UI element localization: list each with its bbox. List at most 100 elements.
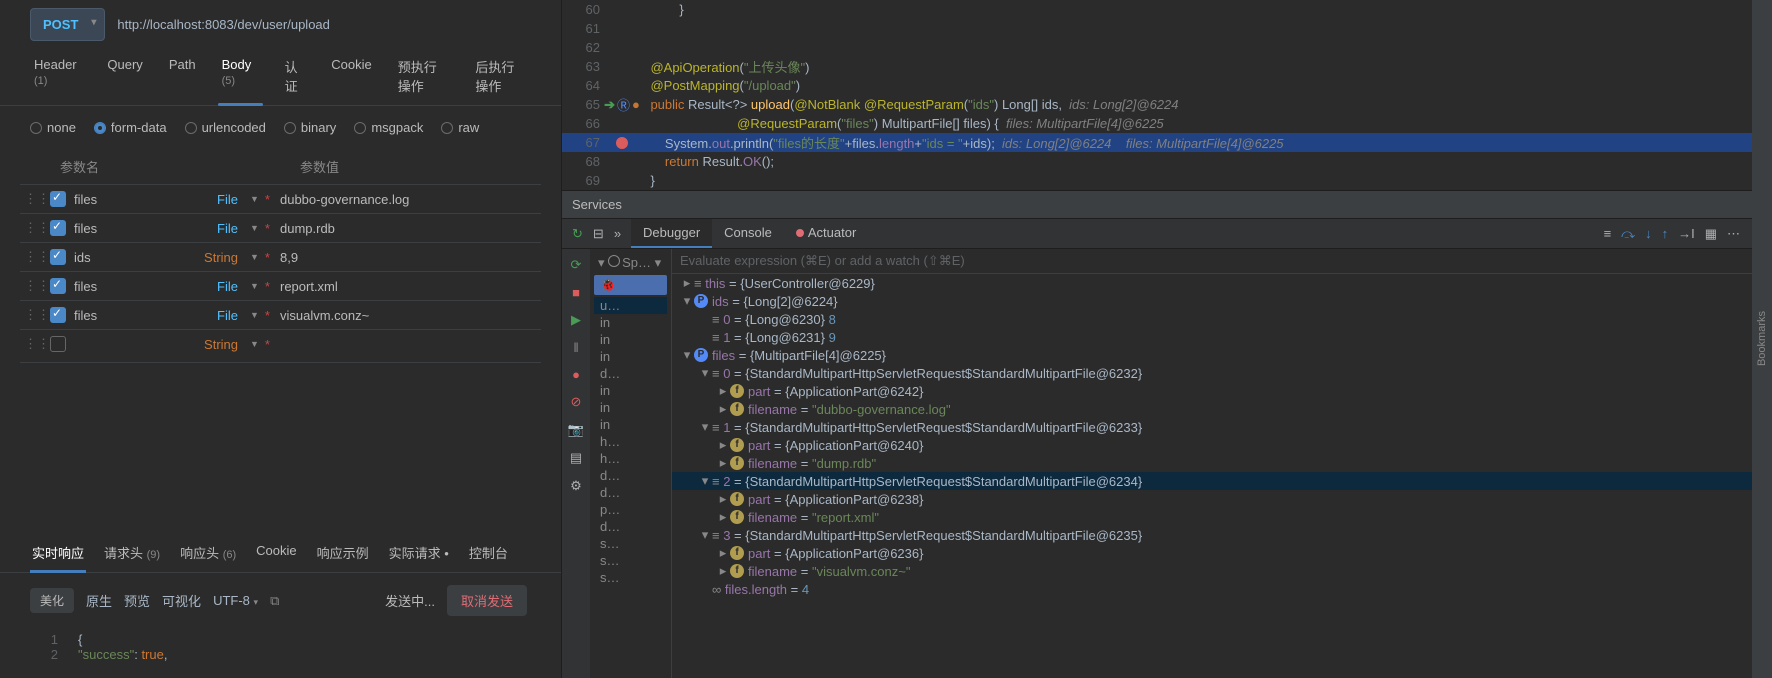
- beautify-button[interactable]: 美化: [30, 588, 74, 613]
- var-node[interactable]: ≡ 1 = {Long@6231} 9: [672, 328, 1752, 346]
- code-line[interactable]: 62: [562, 38, 1752, 57]
- param-row[interactable]: ⋮⋮filesFile▼*visualvm.conz~: [20, 300, 541, 329]
- req-tab-预执行操作[interactable]: 预执行操作: [394, 47, 454, 105]
- eval-icon[interactable]: ▦: [1705, 226, 1717, 242]
- resp-tab[interactable]: 实际请求 •: [387, 533, 451, 572]
- param-type[interactable]: File: [184, 221, 244, 236]
- param-type[interactable]: File: [184, 279, 244, 294]
- param-type[interactable]: File: [184, 308, 244, 323]
- stack-frame[interactable]: p…: [594, 501, 667, 518]
- frame-selected[interactable]: u…: [594, 297, 667, 314]
- var-node[interactable]: ▸ffilename = "dubbo-governance.log": [672, 400, 1752, 418]
- resp-tab[interactable]: 实时响应: [30, 533, 86, 572]
- drag-handle-icon[interactable]: ⋮⋮: [24, 220, 42, 236]
- stack-frame[interactable]: in: [594, 314, 667, 331]
- param-name[interactable]: files: [74, 279, 184, 294]
- chevron-down-icon[interactable]: ▼: [244, 339, 265, 349]
- stack-frame[interactable]: h…: [594, 433, 667, 450]
- stack-frame[interactable]: s…: [594, 552, 667, 569]
- var-node[interactable]: ▾Pids = {Long[2]@6224}: [672, 292, 1752, 310]
- param-checkbox[interactable]: [50, 336, 66, 352]
- services-panel-title[interactable]: Services: [562, 190, 1752, 219]
- url-input[interactable]: [113, 13, 551, 36]
- show-exec-icon[interactable]: ≡: [1604, 226, 1612, 242]
- req-tab-query[interactable]: Query: [103, 47, 146, 105]
- resp-tab[interactable]: Cookie: [254, 533, 298, 572]
- preview-button[interactable]: 预览: [124, 591, 150, 610]
- param-row[interactable]: ⋮⋮filesFile▼*dubbo-governance.log: [20, 184, 541, 213]
- resume-icon[interactable]: ▶: [571, 312, 581, 328]
- chevron-down-icon[interactable]: ▼: [244, 252, 265, 262]
- dbg-tab-console[interactable]: Console: [712, 219, 784, 248]
- step-into-icon[interactable]: ↓: [1645, 226, 1652, 242]
- var-node[interactable]: ∞ files.length = 4: [672, 580, 1752, 598]
- param-checkbox[interactable]: [50, 249, 66, 265]
- var-node[interactable]: ▸fpart = {ApplicationPart@6238}: [672, 490, 1752, 508]
- code-line[interactable]: 61: [562, 19, 1752, 38]
- resp-tab[interactable]: 请求头 (9): [102, 533, 162, 572]
- code-line[interactable]: 64 @PostMapping("/upload"): [562, 76, 1752, 95]
- spring-node[interactable]: Sp…: [622, 255, 651, 270]
- var-node[interactable]: ▸ffilename = "report.xml": [672, 508, 1752, 526]
- layout-icon[interactable]: ⊟: [593, 226, 604, 242]
- stop-icon[interactable]: ■: [572, 285, 580, 300]
- code-line[interactable]: 69 }: [562, 171, 1752, 190]
- param-value[interactable]: dubbo-governance.log: [280, 192, 537, 207]
- method-select[interactable]: POST: [30, 8, 105, 41]
- param-checkbox[interactable]: [50, 307, 66, 323]
- req-tab-cookie[interactable]: Cookie: [327, 47, 375, 105]
- drag-handle-icon[interactable]: ⋮⋮: [24, 278, 42, 294]
- mute-bp-icon[interactable]: ⊘: [571, 394, 582, 410]
- chevron-down-icon[interactable]: ▼: [244, 310, 265, 320]
- breakpoint-icon[interactable]: [616, 137, 628, 149]
- code-line[interactable]: 60 }: [562, 0, 1752, 19]
- resp-tab[interactable]: 控制台: [467, 533, 510, 572]
- var-node[interactable]: ▸ffilename = "dump.rdb": [672, 454, 1752, 472]
- param-name[interactable]: ids: [74, 250, 184, 265]
- var-node[interactable]: ▾≡ 3 = {StandardMultipartHttpServletRequ…: [672, 526, 1752, 544]
- var-node[interactable]: ▾Pfiles = {MultipartFile[4]@6225}: [672, 346, 1752, 364]
- run-to-cursor-icon[interactable]: →I: [1678, 226, 1695, 242]
- pause-icon[interactable]: ‖: [573, 340, 578, 355]
- stack-frame[interactable]: in: [594, 416, 667, 433]
- var-node[interactable]: ▾≡ 0 = {StandardMultipartHttpServletRequ…: [672, 364, 1752, 382]
- visualize-button[interactable]: 可视化: [162, 591, 201, 610]
- stack-frame[interactable]: d…: [594, 484, 667, 501]
- code-line[interactable]: 63 @ApiOperation("上传头像"): [562, 57, 1752, 76]
- param-checkbox[interactable]: [50, 191, 66, 207]
- stack-frame[interactable]: in: [594, 399, 667, 416]
- param-type[interactable]: String: [184, 337, 244, 352]
- req-tab-body[interactable]: Body (5): [218, 47, 263, 105]
- param-value[interactable]: 8,9: [280, 250, 537, 265]
- stack-frame[interactable]: in: [594, 382, 667, 399]
- param-name[interactable]: files: [74, 308, 184, 323]
- chevron-down-icon[interactable]: ▼: [244, 194, 265, 204]
- thread-icon[interactable]: ▤: [570, 450, 582, 466]
- dbg-tab-debugger[interactable]: Debugger: [631, 219, 712, 248]
- body-type-form-data[interactable]: form-data: [94, 120, 167, 135]
- req-tab-认证[interactable]: 认证: [281, 47, 310, 105]
- req-tab-后执行操作[interactable]: 后执行操作: [471, 47, 531, 105]
- copy-icon[interactable]: ⧉: [270, 593, 279, 609]
- breakpoints-icon[interactable]: ●: [572, 367, 580, 382]
- param-type[interactable]: File: [184, 192, 244, 207]
- param-row[interactable]: ⋮⋮String▼*: [20, 329, 541, 358]
- var-node[interactable]: ▸fpart = {ApplicationPart@6242}: [672, 382, 1752, 400]
- cancel-send-button[interactable]: 取消发送: [447, 585, 527, 616]
- body-type-none[interactable]: none: [30, 120, 76, 135]
- stack-frame[interactable]: h…: [594, 450, 667, 467]
- raw-button[interactable]: 原生: [86, 591, 112, 610]
- encoding-select[interactable]: UTF-8 ▾: [213, 593, 258, 608]
- step-out-icon[interactable]: ↑: [1662, 226, 1669, 242]
- body-type-msgpack[interactable]: msgpack: [354, 120, 423, 135]
- drag-handle-icon[interactable]: ⋮⋮: [24, 336, 42, 352]
- bookmarks-rail[interactable]: Bookmarks: [1756, 311, 1768, 366]
- stack-frame[interactable]: s…: [594, 569, 667, 586]
- code-line[interactable]: 66 @RequestParam("files") MultipartFile[…: [562, 114, 1752, 133]
- chevron-down-icon[interactable]: ▼: [244, 223, 265, 233]
- body-type-raw[interactable]: raw: [441, 120, 479, 135]
- stack-frame[interactable]: d…: [594, 365, 667, 382]
- param-name[interactable]: files: [74, 221, 184, 236]
- req-tab-header[interactable]: Header (1): [30, 47, 85, 105]
- stack-frame[interactable]: in: [594, 331, 667, 348]
